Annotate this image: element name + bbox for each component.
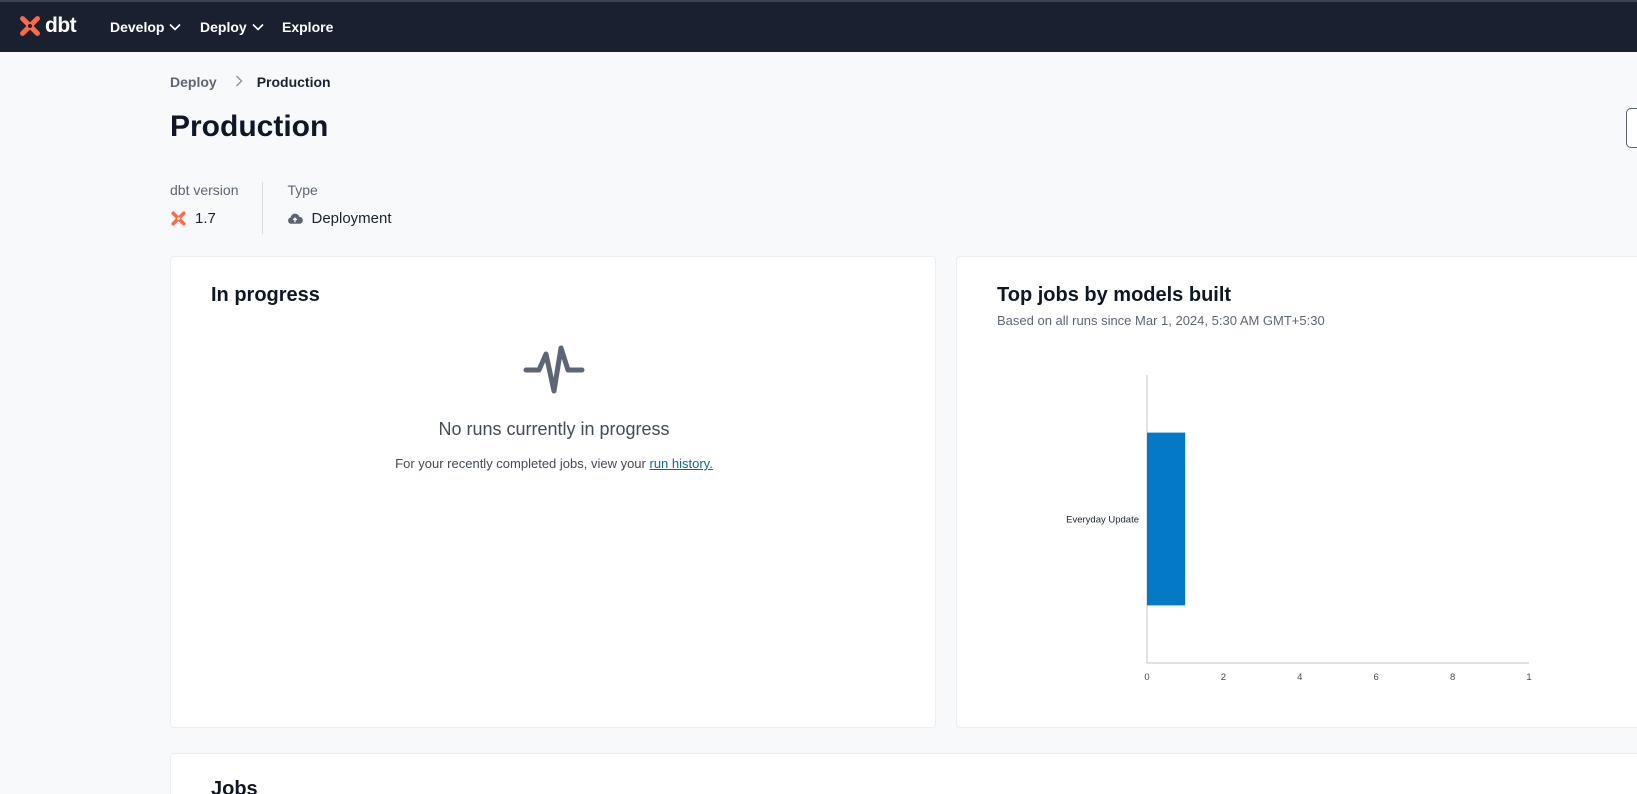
empty-state-text: For your recently completed jobs, view y… [171,456,937,471]
environment-meta: dbt version 1.7 Type Deployment [170,182,392,234]
chart-x-tick-label: 1 [1526,672,1531,683]
chevron-down-icon [169,23,182,31]
nav-deploy[interactable]: Deploy [200,19,264,35]
jobs-title: Jobs [211,778,258,794]
chevron-right-icon [235,74,243,90]
nav-explore[interactable]: Explore [282,19,333,35]
top-jobs-bar-chart: Everyday Update 0 2 4 6 8 1 [1066,375,1532,683]
nav-develop[interactable]: Develop [110,19,182,35]
cloud-upload-icon [288,213,304,224]
nav-develop-label: Develop [110,19,165,35]
in-progress-card: In progress No runs currently in progres… [170,256,936,728]
breadcrumb-current: Production [256,74,331,90]
activity-pulse-icon [523,345,585,394]
in-progress-title: In progress [211,284,320,306]
chart-x-tick-label: 2 [1221,672,1226,683]
dbt-version-field: dbt version 1.7 [170,182,238,234]
type-label: Type [287,182,318,198]
settings-button[interactable] [1626,108,1637,148]
chart-x-tick-label: 4 [1297,672,1302,683]
brand-name: dbt [45,14,77,37]
nav-explore-label: Explore [282,19,334,35]
page-title: Production [170,110,329,143]
type-value: Deployment [311,210,392,227]
breadcrumb: Deploy Production [170,74,331,90]
chart-category-label: Everyday Update [1066,515,1139,526]
dbt-version-label: dbt version [170,182,239,198]
type-field: Type Deployment [287,182,391,234]
chart-bar [1147,432,1186,606]
chevron-down-icon [252,23,264,31]
empty-state-text-prefix: For your recently completed jobs, view y… [395,456,650,471]
chart-x-tick-label: 6 [1374,672,1379,683]
top-jobs-card: Top jobs by models built Based on all ru… [956,256,1637,728]
chart-x-tick-label: 8 [1450,672,1455,683]
dbt-version-value: 1.7 [195,210,216,227]
breadcrumb-deploy-link[interactable]: Deploy [170,74,217,90]
dbt-version-row: 1.7 [170,210,238,227]
jobs-card: Jobs [170,753,1637,794]
meta-divider [262,182,264,234]
brand-logo[interactable]: dbt [18,14,77,38]
dbt-logo-icon [171,211,186,226]
top-nav-bar: dbt Develop Deploy Explore [0,0,1637,52]
nav-deploy-label: Deploy [200,19,247,35]
dbt-logo-icon [20,16,40,36]
empty-state-title: No runs currently in progress [438,419,670,439]
type-row: Deployment [287,210,392,227]
chart-x-tick-label: 0 [1144,672,1149,683]
run-history-link[interactable]: run history. [649,456,712,471]
